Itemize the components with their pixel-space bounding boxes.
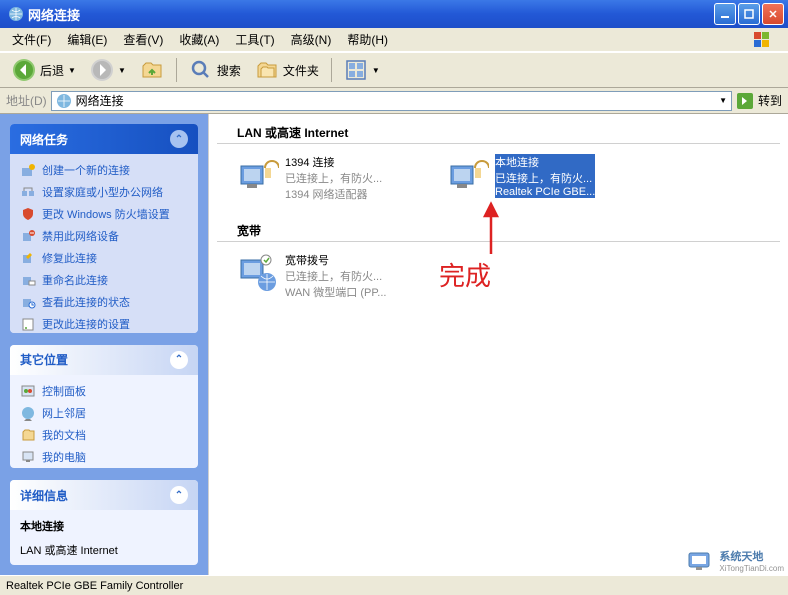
go-button[interactable]: 转到 (736, 92, 782, 110)
sidebar: 网络任务 ⌃ 创建一个新的连接 设置家庭或小型办公网络 更改 Windows 防… (0, 114, 208, 575)
window-title: 网络连接 (28, 5, 714, 24)
network-adapter-icon (237, 154, 279, 196)
address-label: 地址(D) (6, 92, 47, 109)
window-icon (8, 6, 24, 22)
menu-favorites[interactable]: 收藏(A) (171, 29, 227, 50)
dropdown-arrow-icon: ▼ (118, 66, 126, 75)
menubar: 文件(F) 编辑(E) 查看(V) 收藏(A) 工具(T) 高级(N) 帮助(H… (0, 28, 788, 52)
connection-name: 本地连接 (495, 154, 595, 170)
connection-status: 已连接上，有防火... (495, 170, 595, 186)
dialup-icon (237, 252, 279, 294)
folders-button[interactable]: 文件夹 (249, 54, 325, 86)
network-tasks-panel: 网络任务 ⌃ 创建一个新的连接 设置家庭或小型办公网络 更改 Windows 防… (10, 124, 198, 333)
dropdown-arrow-icon: ▼ (68, 66, 76, 75)
maximize-button[interactable] (738, 3, 760, 25)
statusbar-text: Realtek PCIe GBE Family Controller (6, 580, 183, 592)
task-repair[interactable]: 修复此连接 (20, 250, 188, 266)
details-type: LAN 或高速 Internet (20, 542, 188, 558)
connection-status: 已连接上，有防火... (285, 268, 386, 284)
search-button[interactable]: 搜索 (183, 54, 247, 86)
task-status[interactable]: 查看此连接的状态 (20, 294, 188, 310)
watermark: 系统天地 XiTongTianDi.com (687, 548, 784, 573)
minimize-button[interactable] (714, 3, 736, 25)
connection-device: 1394 网络适配器 (285, 186, 382, 202)
connection-local[interactable]: 本地连接 已连接上，有防火... Realtek PCIe GBE... (447, 154, 627, 202)
collapse-icon: ⌃ (170, 351, 188, 369)
windows-logo-icon (748, 30, 784, 50)
connection-device: Realtek PCIe GBE... (495, 186, 595, 198)
collapse-icon: ⌃ (170, 486, 188, 504)
other-control-panel[interactable]: 控制面板 (20, 383, 188, 399)
back-button[interactable]: 后退 ▼ (6, 54, 82, 86)
up-folder-icon (140, 58, 164, 82)
forward-icon (90, 58, 114, 82)
connection-1394[interactable]: 1394 连接 已连接上，有防火... 1394 网络适配器 (237, 154, 417, 202)
task-disable[interactable]: 禁用此网络设备 (20, 228, 188, 244)
toolbar-separator (331, 58, 332, 82)
window-titlebar: 网络连接 (0, 0, 788, 28)
forward-button[interactable]: ▼ (84, 54, 132, 86)
dropdown-arrow-icon[interactable]: ▼ (719, 96, 727, 105)
status-icon (20, 294, 36, 310)
toolbar: 后退 ▼ ▼ 搜索 文件夹 ▼ (0, 52, 788, 88)
connection-name: 1394 连接 (285, 154, 382, 170)
close-button[interactable] (762, 3, 784, 25)
task-setup-network[interactable]: 设置家庭或小型办公网络 (20, 184, 188, 200)
views-button[interactable]: ▼ (338, 54, 386, 86)
connection-name: 宽带拨号 (285, 252, 386, 268)
panel-header-tasks[interactable]: 网络任务 ⌃ (10, 124, 198, 154)
back-icon (12, 58, 36, 82)
disable-icon (20, 228, 36, 244)
annotation-text: 完成 (439, 256, 491, 293)
other-my-documents[interactable]: 我的文档 (20, 427, 188, 443)
repair-icon (20, 250, 36, 266)
details-panel: 详细信息 ⌃ 本地连接 LAN 或高速 Internet (10, 480, 198, 565)
addressbar: 地址(D) 网络连接 ▼ 转到 (0, 88, 788, 114)
dropdown-arrow-icon: ▼ (372, 66, 380, 75)
toolbar-separator (176, 58, 177, 82)
firewall-icon (20, 206, 36, 222)
task-create-connection[interactable]: 创建一个新的连接 (20, 162, 188, 178)
panel-header-other[interactable]: 其它位置 ⌃ (10, 345, 198, 375)
details-name: 本地连接 (20, 518, 188, 534)
search-icon (189, 58, 213, 82)
watermark-icon (687, 549, 715, 573)
folders-icon (255, 58, 279, 82)
views-icon (344, 58, 368, 82)
documents-icon (20, 427, 36, 443)
computer-icon (20, 449, 36, 465)
network-setup-icon (20, 184, 36, 200)
network-adapter-icon (447, 154, 489, 196)
connection-icon (20, 162, 36, 178)
task-firewall[interactable]: 更改 Windows 防火墙设置 (20, 206, 188, 222)
go-icon (736, 92, 754, 110)
network-places-icon (20, 405, 36, 421)
connection-device: WAN 微型端口 (PP... (285, 284, 386, 300)
main-content: LAN 或高速 Internet 1394 连接 已连接上，有防火... 139… (208, 114, 788, 575)
address-input[interactable]: 网络连接 ▼ (51, 91, 732, 111)
menu-help[interactable]: 帮助(H) (339, 29, 396, 50)
collapse-icon: ⌃ (170, 130, 188, 148)
other-places-panel: 其它位置 ⌃ 控制面板 网上邻居 我的文档 我的电脑 (10, 345, 198, 469)
panel-header-details[interactable]: 详细信息 ⌃ (10, 480, 198, 510)
connection-broadband[interactable]: 宽带拨号 已连接上，有防火... WAN 微型端口 (PP... (237, 252, 417, 300)
control-panel-icon (20, 383, 36, 399)
statusbar: Realtek PCIe GBE Family Controller (0, 575, 788, 595)
rename-icon (20, 272, 36, 288)
other-network-places[interactable]: 网上邻居 (20, 405, 188, 421)
menu-tools[interactable]: 工具(T) (227, 29, 282, 50)
menu-edit[interactable]: 编辑(E) (59, 29, 115, 50)
annotation-arrow-icon (481, 200, 501, 254)
task-properties[interactable]: 更改此连接的设置 (20, 316, 188, 332)
menu-file[interactable]: 文件(F) (4, 29, 59, 50)
group-lan-header: LAN 或高速 Internet (217, 120, 780, 144)
menu-advanced[interactable]: 高级(N) (283, 29, 340, 50)
connection-status: 已连接上，有防火... (285, 170, 382, 186)
up-button[interactable] (134, 54, 170, 86)
properties-icon (20, 316, 36, 332)
menu-view[interactable]: 查看(V) (115, 29, 171, 50)
location-icon (56, 93, 72, 109)
task-rename[interactable]: 重命名此连接 (20, 272, 188, 288)
other-my-computer[interactable]: 我的电脑 (20, 449, 188, 465)
